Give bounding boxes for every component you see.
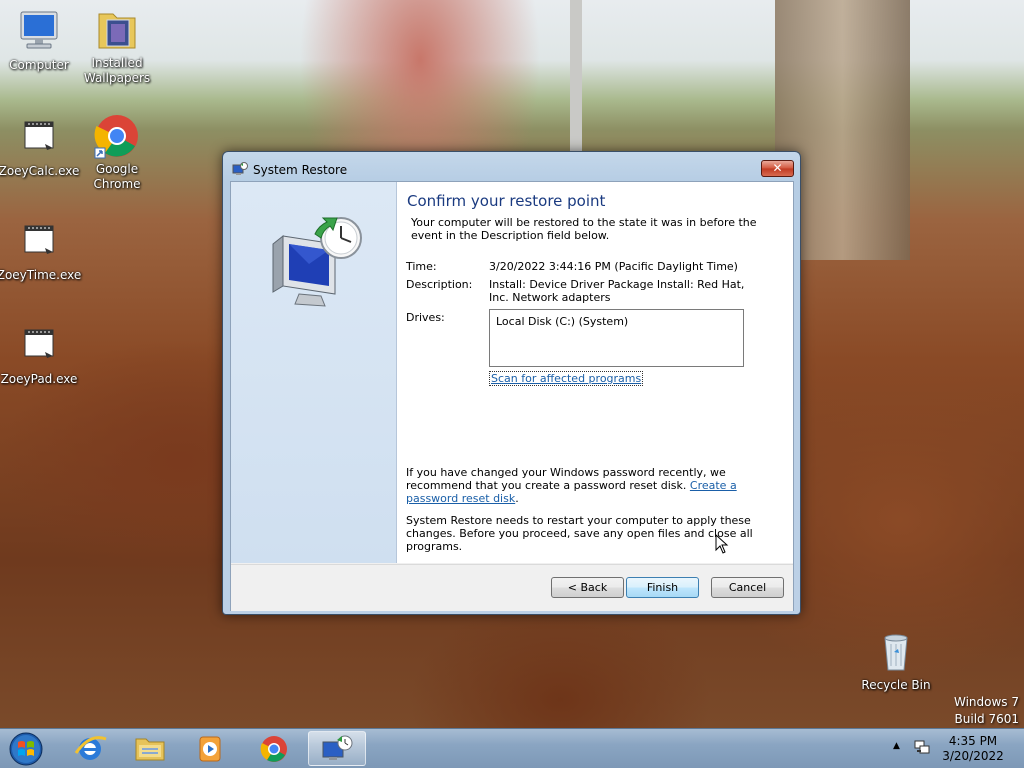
taskbar-windows-explorer[interactable] [124, 731, 176, 766]
description-value: Install: Device Driver Package Install: … [489, 278, 745, 304]
desktop-icon-zoeypad[interactable]: ZoeyPad.exe [0, 322, 82, 387]
desktop-icon-recycle-bin[interactable]: Recycle Bin [853, 628, 939, 693]
app-window-icon [15, 114, 63, 162]
show-hidden-icons-button[interactable]: ▲ [893, 741, 900, 751]
recycle-bin-icon [872, 628, 920, 676]
desktop-icon-zoeytime[interactable]: ZoeyTime.exe [0, 218, 82, 283]
system-restore-icon [322, 735, 353, 760]
desktop-icon-label: Computer [9, 58, 69, 72]
taskbar-media-player[interactable] [184, 731, 236, 766]
taskbar-google-chrome[interactable] [248, 731, 300, 766]
close-button[interactable]: ✕ [761, 160, 794, 177]
desktop-icon-label: Google Chrome [93, 162, 141, 191]
watermark-build: Build 7601 [954, 712, 1019, 726]
network-icon [914, 740, 930, 754]
window-title: System Restore [253, 163, 348, 177]
desktop-icon-label: Installed Wallpapers [83, 56, 151, 85]
clock-time: 4:35 PM [948, 734, 998, 748]
finish-button[interactable]: Finish [626, 577, 699, 598]
drives-list-item[interactable]: Local Disk (C:) (System) [496, 315, 737, 328]
time-label: Time: [406, 260, 437, 273]
clock-date: 3/20/2022 [942, 749, 1004, 763]
desktop-icon-label: ZoeyCalc.exe [0, 164, 80, 178]
desktop-icon-zoeycalc[interactable]: ZoeyCalc.exe [0, 114, 82, 179]
password-text-end: . [515, 492, 519, 505]
back-button[interactable]: < Back [551, 577, 624, 598]
restore-monitor-clock-icon [265, 214, 365, 317]
side-panel [231, 182, 397, 563]
intro-text: Your computer will be restored to the st… [411, 216, 757, 242]
desktop-icon-label: ZoeyPad.exe [0, 372, 78, 386]
page-heading: Confirm your restore point [407, 192, 606, 210]
desktop-icon-label: ZoeyTime.exe [0, 268, 82, 282]
computer-icon [15, 8, 63, 56]
wallpaper-pole [570, 0, 582, 160]
mouse-cursor-icon [715, 533, 729, 557]
taskbar-clock[interactable]: 4:35 PM 3/20/2022 [935, 734, 1011, 764]
watermark-os-name: Windows 7 [953, 695, 1019, 709]
system-restore-window: System Restore ✕ Confirm your restore po… [222, 151, 801, 615]
taskbar: ▲ 4:35 PM 3/20/2022 [0, 728, 1024, 768]
app-window-icon [15, 218, 63, 266]
dialog-client-area: Confirm your restore point Your computer… [230, 181, 794, 611]
cancel-button[interactable]: Cancel [711, 577, 784, 598]
password-reset-text: If you have changed your Windows passwor… [406, 466, 776, 505]
start-button[interactable] [4, 730, 48, 768]
desktop-icon-label: Recycle Bin [861, 678, 931, 692]
internet-explorer-icon [74, 736, 107, 760]
windows-watermark: Windows 7 Build 7601 [954, 694, 1019, 728]
network-tray-icon[interactable] [914, 739, 930, 758]
drives-label: Drives: [406, 311, 445, 324]
taskbar-system-restore[interactable] [308, 731, 366, 766]
windows-explorer-icon [135, 738, 165, 761]
chrome-icon [260, 736, 287, 762]
app-window-icon [15, 322, 63, 370]
description-label: Description: [406, 278, 473, 291]
system-restore-icon [232, 161, 248, 180]
desktop-icon-google-chrome[interactable]: Google Chrome [74, 112, 160, 192]
password-text: If you have changed your Windows passwor… [406, 466, 726, 492]
drives-list[interactable]: Local Disk (C:) (System) [489, 309, 744, 367]
chrome-icon [93, 112, 141, 160]
windows-orb-icon [9, 732, 43, 766]
content-panel: Confirm your restore point Your computer… [397, 182, 793, 563]
close-icon: ✕ [772, 161, 783, 175]
media-player-icon [199, 736, 221, 762]
taskbar-internet-explorer[interactable] [64, 731, 116, 766]
desktop-icon-computer[interactable]: Computer [0, 8, 82, 73]
folder-icon [93, 6, 141, 54]
scan-affected-programs-link[interactable]: Scan for affected programs [489, 371, 644, 386]
time-value: 3/20/2022 3:44:16 PM (Pacific Daylight T… [489, 260, 738, 273]
desktop-icon-installed-wallpapers[interactable]: Installed Wallpapers [74, 6, 160, 86]
dialog-footer: < Back Finish Cancel [231, 564, 793, 611]
